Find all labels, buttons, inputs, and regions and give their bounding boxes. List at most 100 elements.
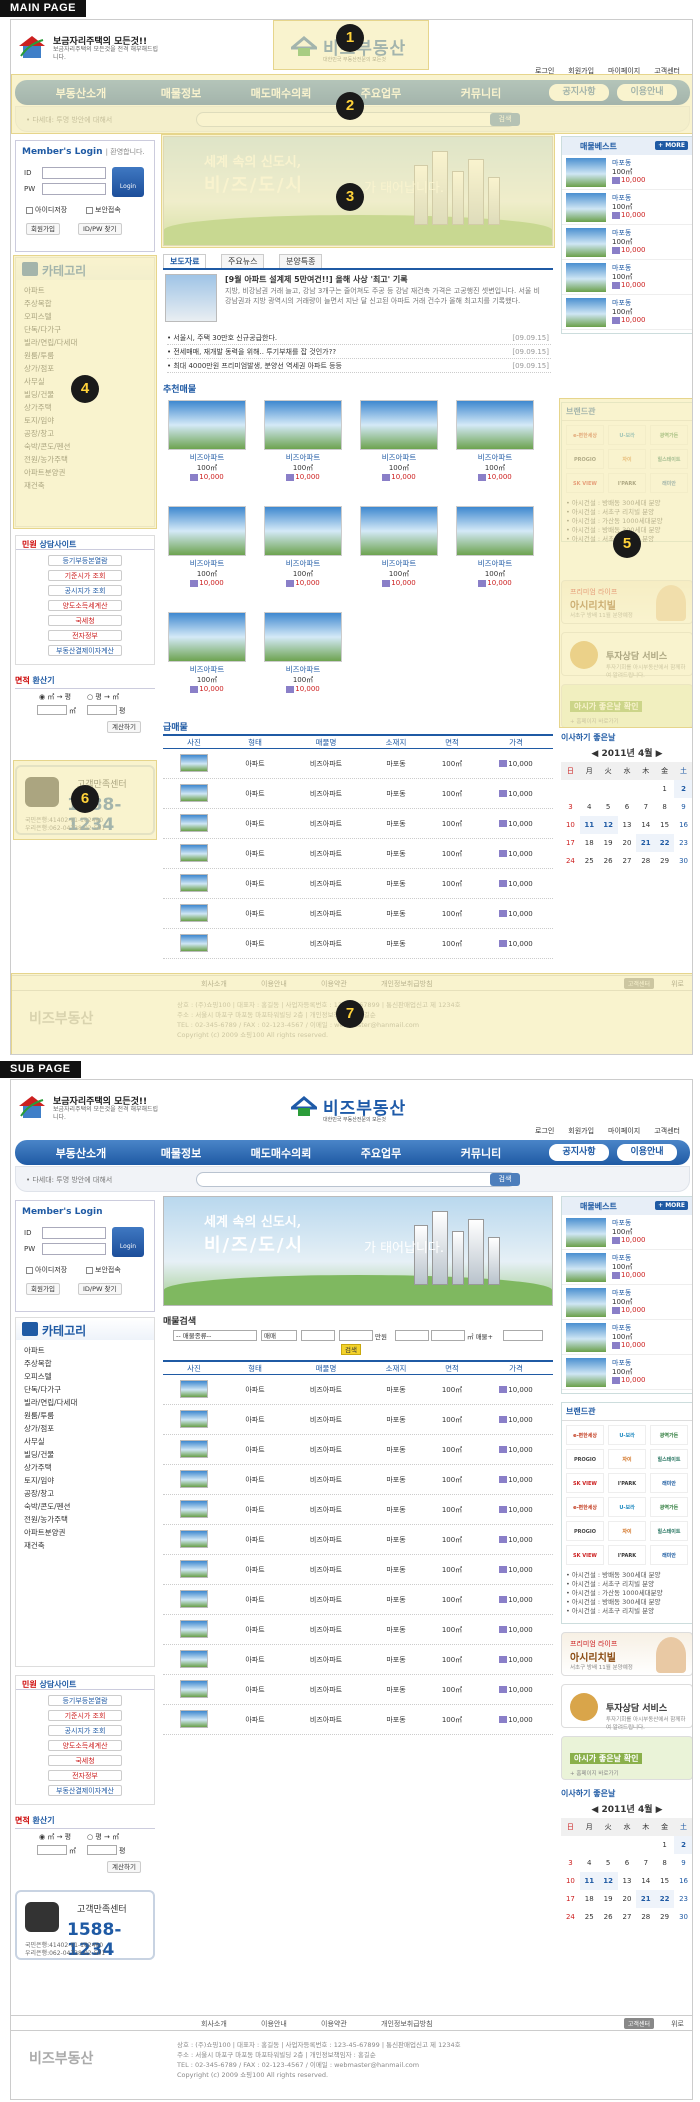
calendar-date[interactable]: 9 — [674, 1854, 692, 1872]
area-input-pyeong[interactable] — [87, 1845, 117, 1855]
id-field[interactable] — [42, 1227, 106, 1239]
brand-logo-item[interactable]: 래미안 — [650, 1545, 688, 1565]
table-row[interactable]: 아파트 비즈아파트 마포동 100㎡ 10,000 — [163, 779, 553, 809]
calendar-date[interactable]: 18 — [580, 834, 599, 852]
table-row[interactable]: 아파트 비즈아파트 마포동 100㎡ 10,000 — [163, 1495, 553, 1525]
name-cell[interactable]: 비즈아파트 — [285, 939, 367, 949]
category-item[interactable]: 주상복합 — [16, 1357, 154, 1370]
next-month-icon[interactable]: ▶ — [653, 1805, 663, 1815]
calendar-date[interactable]: 28 — [636, 852, 655, 870]
calendar-date[interactable]: 17 — [561, 834, 580, 852]
consult-link[interactable]: 양도소득세계산 — [48, 600, 122, 611]
category-item[interactable]: 빌라/연립/다세대 — [16, 1396, 154, 1409]
table-row[interactable]: 아파트 비즈아파트 마포동 100㎡ 10,000 — [163, 1615, 553, 1645]
calendar-date[interactable] — [599, 1836, 618, 1854]
calendar-date[interactable]: 2 — [674, 780, 692, 798]
brand-logo-item[interactable]: e-편한세상 — [566, 1497, 604, 1517]
table-row[interactable]: 아파트 비즈아파트 마포동 100㎡ 10,000 — [163, 1435, 553, 1465]
calendar-date[interactable]: 2 — [674, 1836, 692, 1854]
id-field[interactable] — [42, 167, 106, 179]
calendar-date[interactable]: 19 — [599, 1890, 618, 1908]
brand-logo-item[interactable]: e-편한세상 — [566, 1425, 604, 1445]
calendar-date[interactable]: 6 — [618, 798, 637, 816]
save-id-checkbox[interactable]: 아이디저장 — [26, 1265, 67, 1275]
consult-link[interactable]: 전자정부 — [48, 1770, 122, 1781]
listing-search-button[interactable]: 검색 — [341, 1344, 361, 1355]
name-cell[interactable]: 비즈아파트 — [285, 1505, 367, 1515]
calendar-date[interactable]: 16 — [674, 816, 692, 834]
area-min-input[interactable] — [395, 1330, 429, 1341]
password-field[interactable] — [42, 183, 106, 195]
listing-thumb[interactable] — [180, 783, 208, 802]
login-link[interactable]: 로그인 — [535, 1126, 554, 1136]
calendar-date[interactable]: 20 — [618, 834, 637, 852]
calendar-date[interactable]: 21 — [636, 1890, 656, 1908]
area-opt-sqm[interactable]: ◉ ㎡ → 평 — [39, 692, 71, 702]
category-item[interactable]: 상가/점포 — [16, 1422, 154, 1435]
brand-news-item[interactable]: • 아시건설 : 서초구 리치빌 분양 — [566, 1580, 688, 1589]
brand-logo-item[interactable]: I'PARK — [608, 1545, 646, 1565]
listing-thumb[interactable] — [180, 933, 208, 952]
table-row[interactable]: 아파트 비즈아파트 마포동 100㎡ 10,000 — [163, 929, 553, 959]
calendar-date[interactable]: 5 — [599, 798, 618, 816]
calendar-date[interactable]: 17 — [561, 1890, 580, 1908]
mypage-link[interactable]: 마이페이지 — [608, 1126, 640, 1136]
listing-thumb[interactable] — [180, 1499, 208, 1518]
area-max-input[interactable] — [431, 1330, 465, 1341]
featured-card[interactable]: 비즈아파트 100㎡ 10,000 — [455, 400, 535, 490]
price-max-input[interactable] — [339, 1330, 373, 1341]
footer-link-guide[interactable]: 이용안내 — [261, 2019, 287, 2029]
prev-month-icon[interactable]: ◀ — [591, 749, 601, 759]
price-min-input[interactable] — [301, 1330, 335, 1341]
extra-input[interactable] — [503, 1330, 543, 1341]
category-item[interactable]: 사무실 — [16, 1435, 154, 1448]
brand-logo-item[interactable]: SK VIEW — [566, 1545, 604, 1565]
nav-item-request[interactable]: 매도매수의뢰 — [231, 1145, 331, 1161]
name-cell[interactable]: 비즈아파트 — [285, 909, 367, 919]
nav-item-intro[interactable]: 부동산소개 — [31, 1145, 131, 1161]
best-more-button[interactable]: + MORE — [655, 1201, 688, 1210]
brand-logo-item[interactable]: 광역가든 — [650, 1497, 688, 1517]
consult-link[interactable]: 부동산결제이자계산 — [48, 645, 122, 656]
search-button[interactable]: 검색 — [490, 1173, 520, 1186]
listing-thumb[interactable] — [180, 1409, 208, 1428]
consult-link[interactable]: 국세청 — [48, 615, 122, 626]
calendar-date[interactable]: 4 — [580, 798, 599, 816]
calendar-date[interactable] — [580, 1836, 599, 1854]
brand-logo-item[interactable]: U-보라 — [608, 1425, 646, 1445]
calendar-date[interactable]: 23 — [674, 834, 692, 852]
brand-logo-item[interactable]: 광역가든 — [650, 1425, 688, 1445]
left-promo-logo[interactable]: 보금자리주택의 모든것!! 보금자리주택의 모든것을 전격 해부해드립니다. — [17, 1090, 167, 1130]
calendar-date[interactable]: 24 — [561, 1908, 580, 1926]
calendar-date[interactable]: 10 — [561, 816, 580, 834]
promo-invest[interactable]: 투자상담 서비스투자기회를 아시부동산에서 함께하여 알려드립니다. — [561, 1684, 692, 1731]
listing-thumb[interactable] — [180, 873, 208, 892]
name-cell[interactable]: 비즈아파트 — [285, 1655, 367, 1665]
calculate-button[interactable]: 계산하기 — [107, 1861, 141, 1873]
listing-thumb[interactable] — [180, 1469, 208, 1488]
calendar-date[interactable]: 22 — [655, 834, 675, 852]
tab-sales[interactable]: 분양특종 — [279, 254, 323, 268]
brand-logo-item[interactable]: PROGIO — [566, 1521, 604, 1541]
calendar-date[interactable]: 21 — [636, 834, 656, 852]
brand-news-item[interactable]: • 아시건설 : 방배동 300세대 분양 — [566, 1598, 688, 1607]
secure-checkbox[interactable]: 보안접속 — [86, 1265, 121, 1275]
calendar-date[interactable] — [599, 780, 618, 798]
table-row[interactable]: 아파트 비즈아파트 마포동 100㎡ 10,000 — [163, 869, 553, 899]
calendar-date[interactable]: 30 — [674, 852, 692, 870]
consult-link[interactable]: 부동산결제이자계산 — [48, 1785, 122, 1796]
listing-thumb[interactable] — [180, 1679, 208, 1698]
listing-thumb[interactable] — [180, 903, 208, 922]
brand-news-item[interactable]: • 아시건설 : 방배동 300세대 분양 — [566, 1571, 688, 1580]
category-item[interactable]: 원룸/투룸 — [16, 1409, 154, 1422]
category-item[interactable]: 아파트분양권 — [16, 1526, 154, 1539]
featured-card[interactable]: 비즈아파트 100㎡ 10,000 — [263, 400, 343, 490]
listing-thumb[interactable] — [180, 753, 208, 772]
calendar-date[interactable]: 10 — [561, 1872, 580, 1890]
calendar-date[interactable] — [580, 780, 599, 798]
consult-link[interactable]: 등기부등본열람 — [48, 555, 122, 566]
footer-top-button[interactable]: 위로 — [671, 2019, 684, 2029]
area-opt-sqm[interactable]: ◉ ㎡ → 평 — [39, 1832, 71, 1842]
calendar-date[interactable]: 8 — [655, 798, 674, 816]
category-item[interactable]: 재건축 — [16, 1539, 154, 1552]
